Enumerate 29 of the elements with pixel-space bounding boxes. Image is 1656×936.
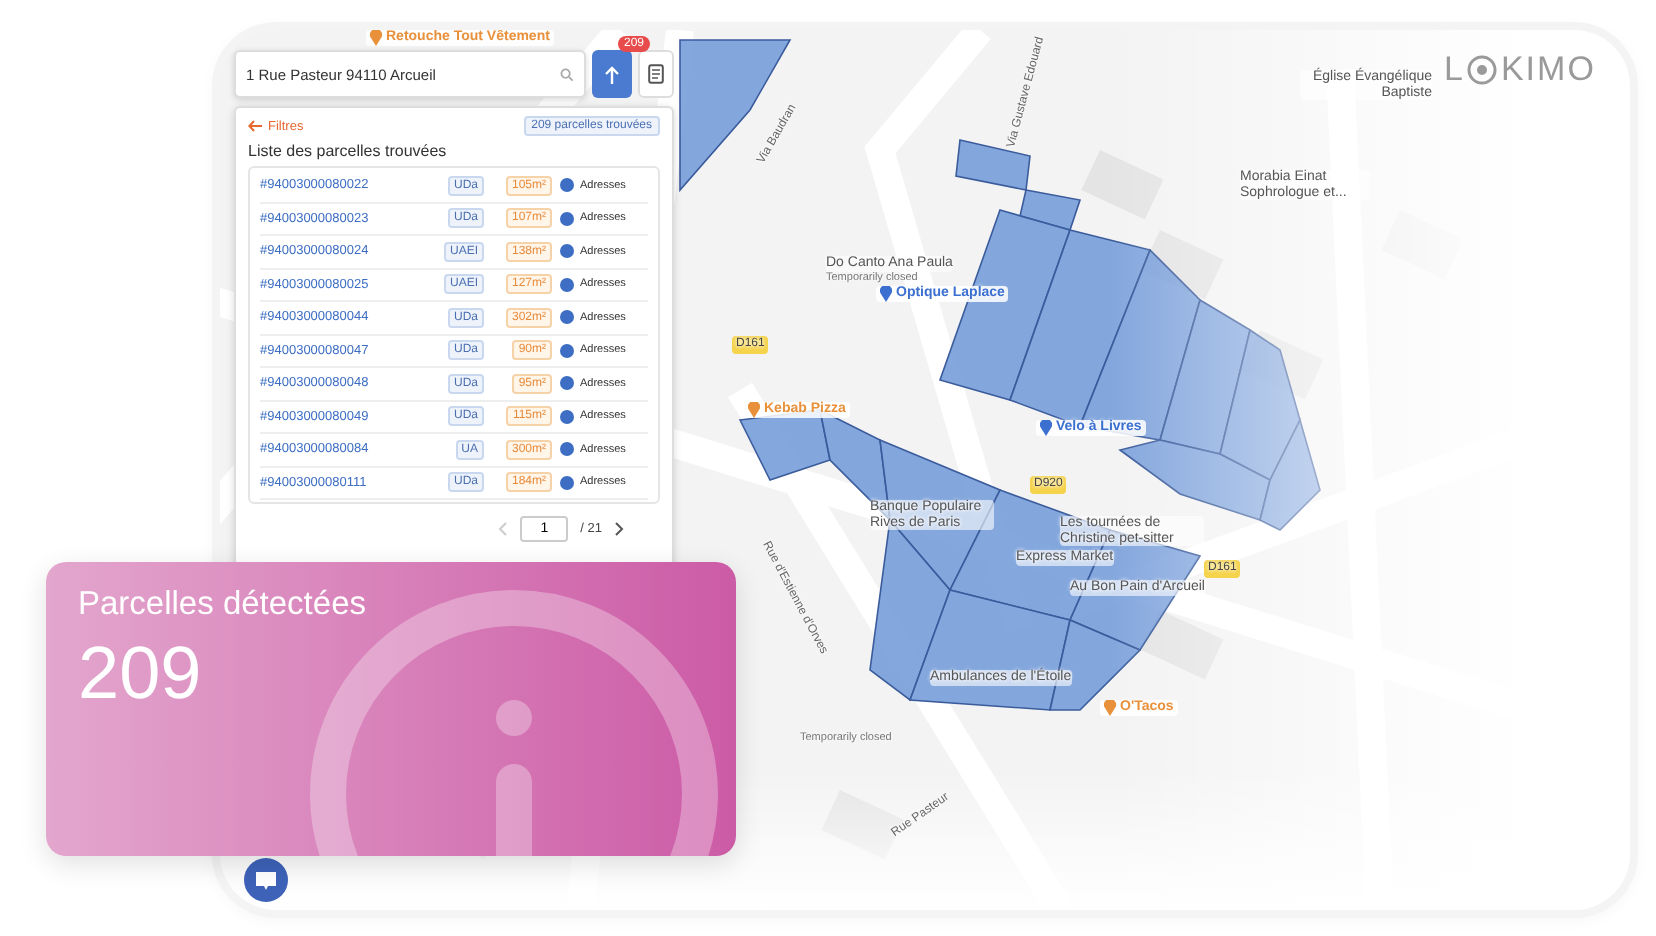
dot-icon (560, 244, 574, 259)
next-page-button[interactable] (614, 522, 624, 536)
search-icon (560, 67, 574, 81)
dot-icon (560, 178, 574, 193)
map-pin-icon (370, 30, 382, 46)
chat-bubble-icon (254, 869, 278, 891)
dot-icon (560, 376, 574, 391)
map-pin-icon (880, 286, 892, 302)
logo: L KIMO (1444, 50, 1596, 90)
dot-icon (560, 409, 574, 424)
chevron-right-icon (614, 522, 624, 536)
map-pin-icon (1104, 700, 1116, 716)
dot-icon (560, 442, 574, 457)
dot-icon (560, 211, 574, 226)
upload-button[interactable] (592, 50, 632, 98)
dot-icon (560, 343, 574, 358)
document-button[interactable] (638, 50, 674, 98)
chevron-left-icon (498, 522, 509, 536)
document-icon (648, 64, 664, 84)
dot-icon (560, 277, 574, 292)
list-title: Liste des parcelles trouvées (248, 142, 449, 160)
arrow-left-icon (248, 120, 262, 132)
stat-title: Parcelles détectées (78, 586, 366, 624)
stat-value: 209 (78, 632, 202, 716)
dot-icon (560, 310, 574, 325)
dot-icon (560, 475, 574, 490)
map-pin-icon (1040, 420, 1052, 436)
arrow-up-icon (604, 65, 620, 83)
map-pin-icon (748, 402, 760, 418)
